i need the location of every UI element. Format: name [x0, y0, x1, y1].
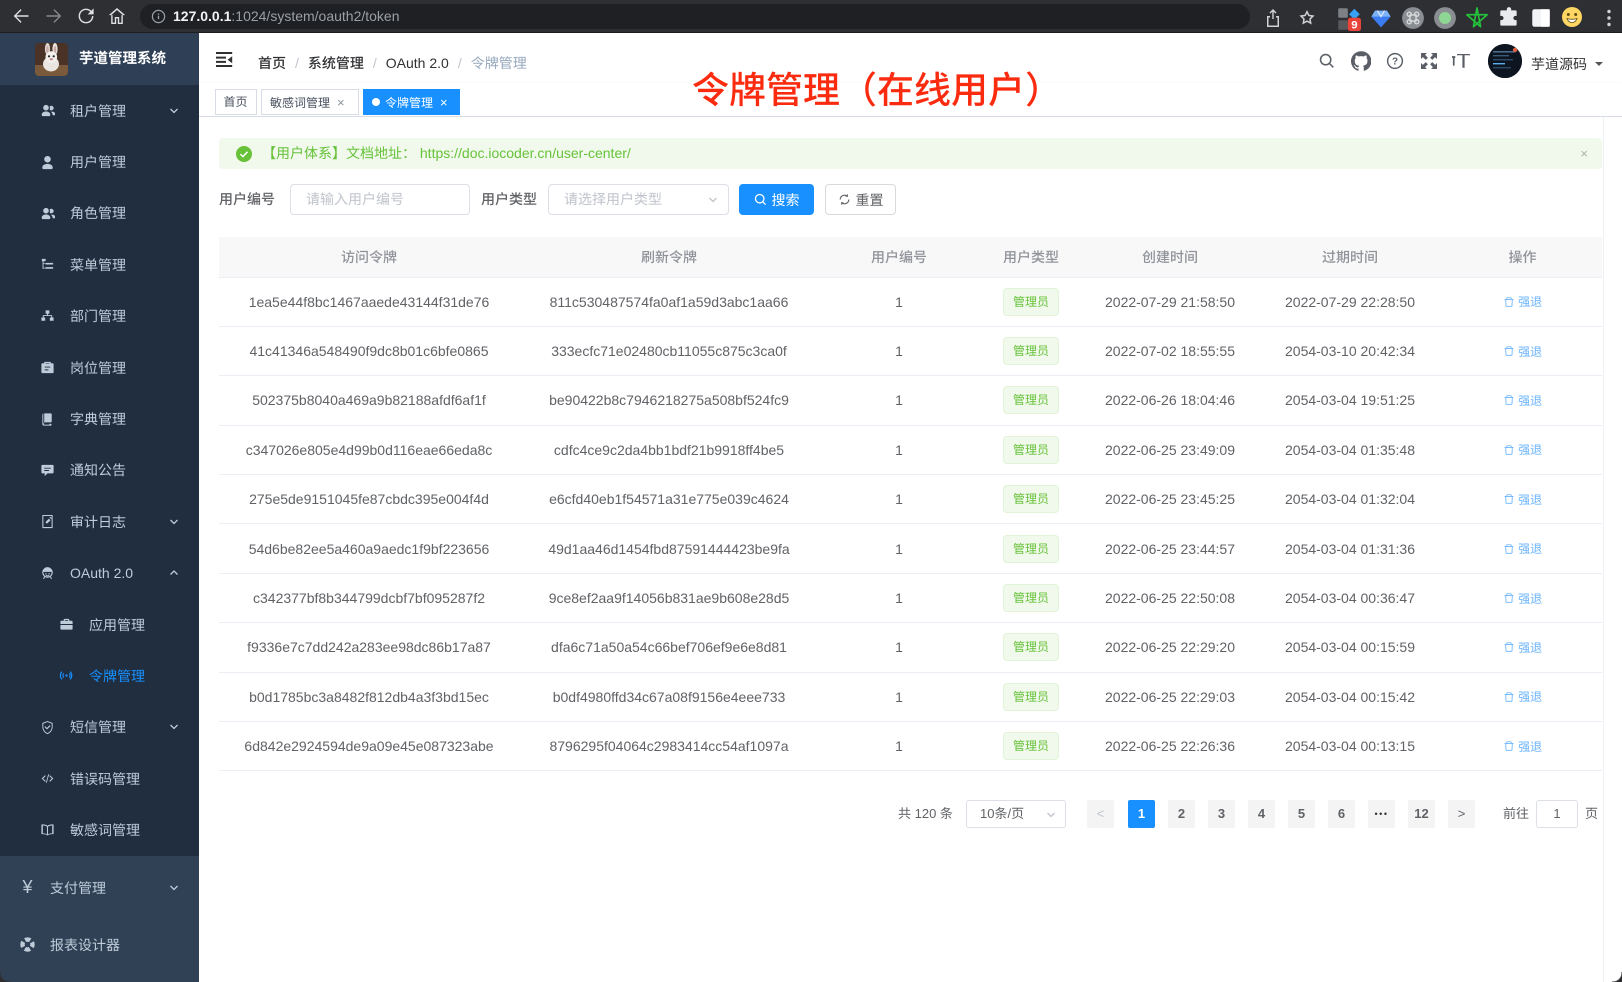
svg-text:?: ? [1392, 57, 1398, 68]
svg-text:9: 9 [1351, 20, 1357, 31]
